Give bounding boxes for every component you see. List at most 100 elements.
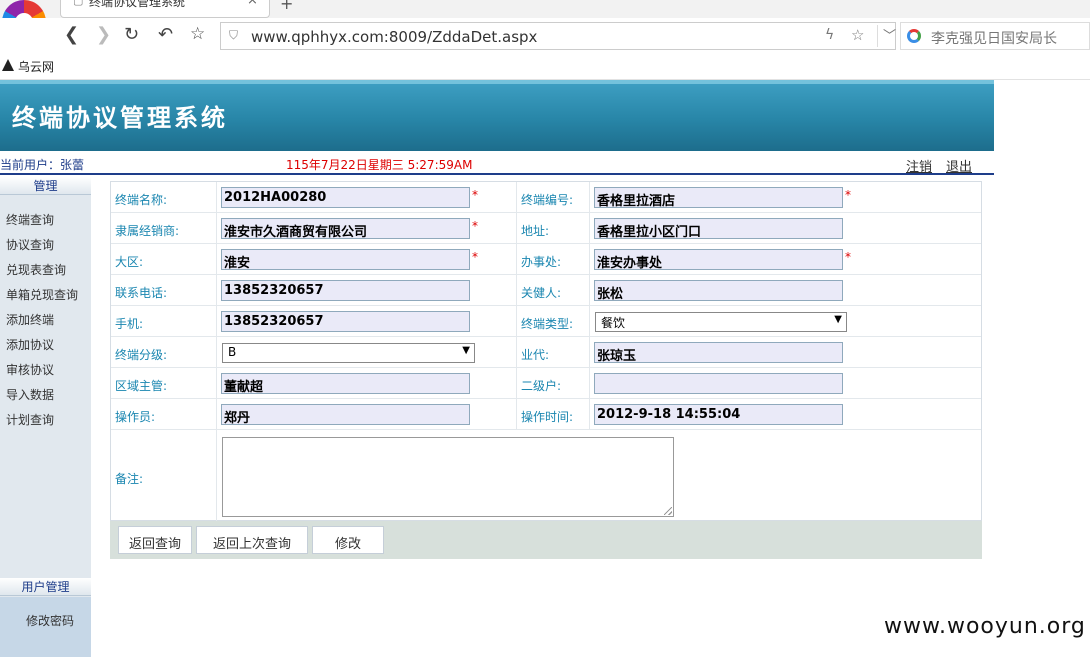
label-remark: 备注: xyxy=(115,472,144,486)
favorite-star-icon[interactable]: ☆ xyxy=(190,24,205,44)
sidebar-item-box-redeem-query[interactable]: 单箱兑现查询 xyxy=(6,286,78,303)
area-supervisor-field[interactable]: 董献超 xyxy=(221,373,470,394)
browser-toolbar: ❮ ❯ ↻ ↶ ☆ ⛉ www.qphhyx.com:8009/ZddaDet.… xyxy=(0,18,1090,54)
back-to-query-button[interactable]: 返回查询 xyxy=(118,526,192,554)
label-dealer: 隶属经销商: xyxy=(115,224,180,238)
terminal-detail-form: 终端名称: 2012HA00280 * 终端编号: 香格里拉酒店 * 隶属经销商… xyxy=(110,181,982,522)
datetime: 115年7月22日星期三 5:27:59AM xyxy=(286,158,473,172)
sidebar-item-agreement-query[interactable]: 协议查询 xyxy=(6,236,54,253)
shield-icon: ⛉ xyxy=(229,28,239,42)
terminal-name-field[interactable]: 2012HA00280 xyxy=(221,187,470,208)
new-tab-icon[interactable]: + xyxy=(280,0,293,13)
sidebar-item-add-terminal[interactable]: 添加终端 xyxy=(6,311,54,328)
label-terminal-number: 终端编号: xyxy=(521,193,574,207)
user-bar: 当前用户：张蕾 115年7月22日星期三 5:27:59AM 注销 退出 xyxy=(0,151,994,175)
forward-icon[interactable]: ❯ xyxy=(96,24,111,45)
address-bar[interactable]: ⛉ www.qphhyx.com:8009/ZddaDet.aspx ϟ ☆ ﹀ xyxy=(220,22,896,50)
form-row: 联系电话: 13852320657 关健人: 张松 xyxy=(111,275,981,306)
sidebar-item-import-data[interactable]: 导入数据 xyxy=(6,386,54,403)
form-row: 大区: 淮安 * 办事处: 淮安办事处 * xyxy=(111,244,981,275)
search-box[interactable]: 李克强见日国安局长 xyxy=(900,22,1090,50)
tab-title: 终端协议管理系统 xyxy=(89,0,186,9)
current-user: 当前用户：张蕾 xyxy=(0,158,85,172)
watermark: www.wooyun.org xyxy=(884,614,1086,639)
operator-field[interactable]: 郑丹 xyxy=(221,404,470,425)
label-secondary-account: 二级户: xyxy=(521,379,562,393)
required-mark: * xyxy=(472,250,478,264)
sidebar-item-plan-query[interactable]: 计划查询 xyxy=(6,411,54,428)
sidebar: 管理 终端查询 协议查询 兑现表查询 单箱兑现查询 添加终端 添加协议 审核协议… xyxy=(0,177,91,657)
required-mark: * xyxy=(845,188,851,202)
label-terminal-grade: 终端分级: xyxy=(115,348,168,362)
page-header: 终端协议管理系统 xyxy=(0,80,994,151)
sidebar-section-manage[interactable]: 管理 xyxy=(0,177,91,195)
bookmark-star-icon[interactable]: ☆ xyxy=(851,26,864,44)
label-phone: 联系电话: xyxy=(115,286,168,300)
label-region: 大区: xyxy=(115,255,144,269)
label-terminal-type: 终端类型: xyxy=(521,317,574,331)
modify-button[interactable]: 修改 xyxy=(312,526,384,554)
required-mark: * xyxy=(472,219,478,233)
sidebar-item-terminal-query[interactable]: 终端查询 xyxy=(6,211,54,228)
sidebar-section-user-manage[interactable]: 用户管理 xyxy=(0,578,91,596)
office-field[interactable]: 淮安办事处 xyxy=(594,249,843,270)
bookmark-wooyun[interactable]: 乌云网 xyxy=(18,58,54,75)
action-bar: 返回查询 返回上次查询 修改 xyxy=(110,521,982,559)
tab-close-icon[interactable]: × xyxy=(247,0,258,8)
bookmarks-bar: 乌云网 xyxy=(0,54,1090,80)
operation-time-field[interactable]: 2012-9-18 14:55:04 xyxy=(594,404,843,425)
required-mark: * xyxy=(472,188,478,202)
phone-field[interactable]: 13852320657 xyxy=(221,280,470,301)
terminal-grade-select[interactable]: B ▼ xyxy=(222,343,475,363)
label-operation-time: 操作时间: xyxy=(521,410,574,424)
undo-icon[interactable]: ↶ xyxy=(158,24,173,45)
region-field[interactable]: 淮安 xyxy=(221,249,470,270)
back-icon[interactable]: ❮ xyxy=(64,24,79,45)
page-icon: ▢ xyxy=(73,0,84,7)
address-field[interactable]: 香格里拉小区门口 xyxy=(594,218,843,239)
system-title: 终端协议管理系统 xyxy=(12,103,228,132)
browser-tab[interactable]: ▢ 终端协议管理系统 × xyxy=(60,0,270,18)
label-terminal-name: 终端名称: xyxy=(115,193,168,207)
dealer-field[interactable]: 淮安市久酒商贸有限公司 xyxy=(221,218,470,239)
terminal-grade-value: B xyxy=(228,345,237,359)
wooyun-icon xyxy=(2,59,14,71)
back-to-last-query-button[interactable]: 返回上次查询 xyxy=(196,526,308,554)
search-icon xyxy=(907,29,921,43)
label-address: 地址: xyxy=(521,224,550,238)
label-office: 办事处: xyxy=(521,255,562,269)
sidebar-item-add-agreement[interactable]: 添加协议 xyxy=(6,336,54,353)
label-operator: 操作员: xyxy=(115,410,156,424)
form-row: 隶属经销商: 淮安市久酒商贸有限公司 * 地址: 香格里拉小区门口 xyxy=(111,213,981,244)
label-key-person: 关健人: xyxy=(521,286,562,300)
form-row: 终端分级: B ▼ 业代: 张琼玉 xyxy=(111,337,981,368)
key-person-field[interactable]: 张松 xyxy=(594,280,843,301)
sidebar-user-panel: 修改密码 xyxy=(0,597,91,657)
logout-link[interactable]: 注销 xyxy=(906,156,932,175)
label-mobile: 手机: xyxy=(115,317,144,331)
browser-tab-bar: ▢ 终端协议管理系统 × + xyxy=(0,0,1090,18)
search-input[interactable]: 李克强见日国安局长 xyxy=(931,28,1057,48)
sidebar-item-review-agreement[interactable]: 审核协议 xyxy=(6,361,54,378)
mobile-field[interactable]: 13852320657 xyxy=(221,311,470,332)
terminal-type-value: 餐饮 xyxy=(601,316,626,330)
form-row: 区域主管: 董献超 二级户: xyxy=(111,368,981,399)
secondary-account-field[interactable] xyxy=(594,373,843,394)
sales-rep-field[interactable]: 张琼玉 xyxy=(594,342,843,363)
label-area-supervisor: 区域主管: xyxy=(115,379,168,393)
form-row: 操作员: 郑丹 操作时间: 2012-9-18 14:55:04 xyxy=(111,399,981,430)
remark-textarea[interactable] xyxy=(222,437,674,517)
chevron-down-icon[interactable]: ﹀ xyxy=(877,25,896,47)
bolt-icon[interactable]: ϟ xyxy=(825,27,834,43)
sidebar-item-change-password[interactable]: 修改密码 xyxy=(26,612,74,629)
terminal-number-field[interactable]: 香格里拉酒店 xyxy=(594,187,843,208)
form-row: 终端名称: 2012HA00280 * 终端编号: 香格里拉酒店 * xyxy=(111,182,981,213)
label-sales-rep: 业代: xyxy=(521,348,550,362)
terminal-type-select[interactable]: 餐饮 ▼ xyxy=(595,312,847,332)
dropdown-arrow-icon: ▼ xyxy=(834,314,842,325)
form-row: 手机: 13852320657 终端类型: 餐饮 ▼ xyxy=(111,306,981,337)
reload-icon[interactable]: ↻ xyxy=(124,24,139,45)
sidebar-item-redeem-query[interactable]: 兑现表查询 xyxy=(6,261,66,278)
quit-link[interactable]: 退出 xyxy=(946,156,972,175)
url-text[interactable]: www.qphhyx.com:8009/ZddaDet.aspx xyxy=(251,28,537,46)
